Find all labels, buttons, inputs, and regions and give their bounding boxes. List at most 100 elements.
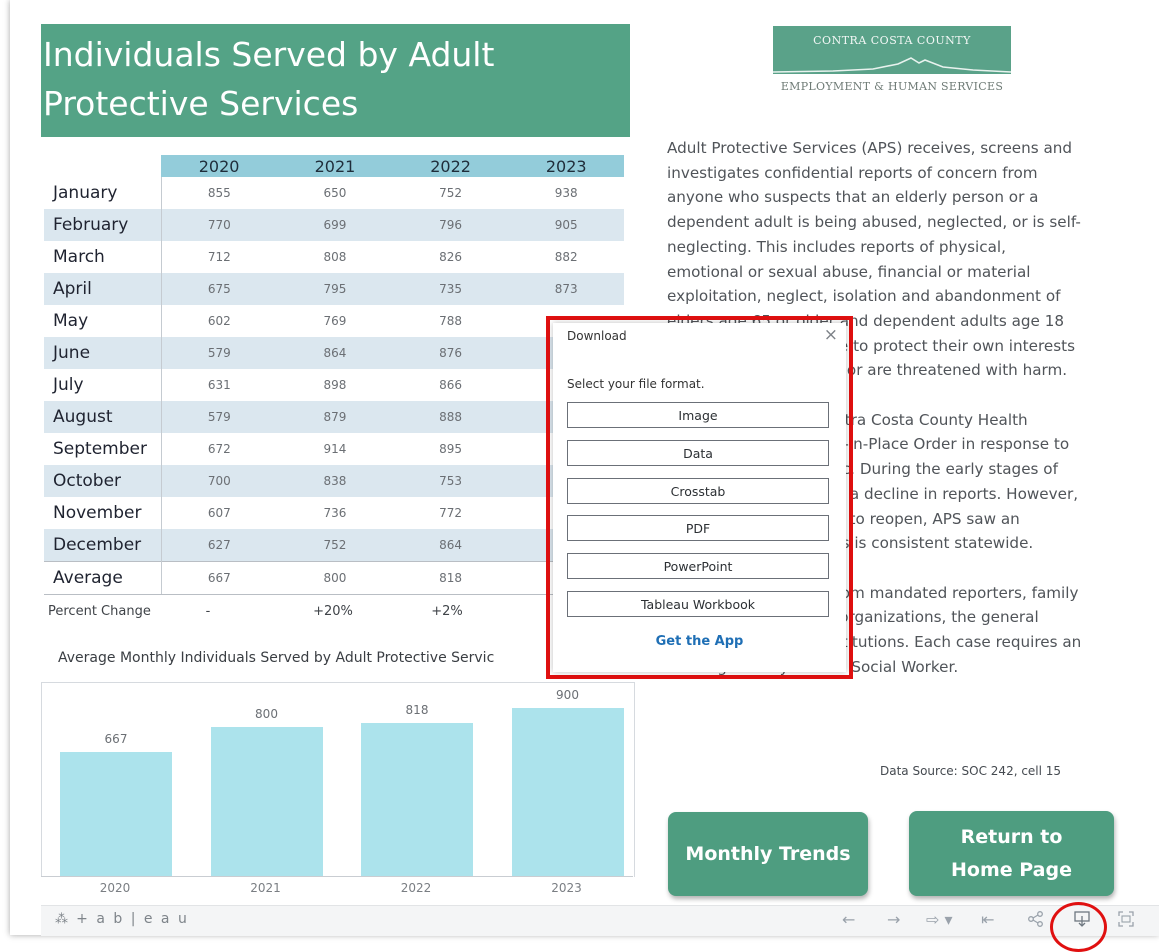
x-tick-label: 2023 [551,881,582,895]
percent-change-2020: - [205,604,211,619]
table-cell: 752 [277,529,393,562]
bar-value-label: 818 [405,703,429,718]
month-label: February [44,209,162,241]
x-tick-label: 2022 [400,881,432,895]
table-header-row: 2020 2021 2022 2023 [44,155,624,177]
table-cell: 788 [439,314,463,328]
return-home-label: Return to Home Page [951,825,1072,881]
table-cell: 675 [161,273,278,305]
download-dialog: Download × Select your file format. Imag… [553,323,846,672]
download-highlight-circle [1050,902,1107,952]
table-cell: 800 [277,561,393,595]
table-row: May 602 769 788 [44,305,624,337]
month-label: December [44,529,162,562]
table-cell: 607 [207,506,231,520]
table-cell: 808 [323,250,347,264]
table-cell: 667 [161,561,278,595]
format-crosstab-button[interactable]: Crosstab [567,478,829,504]
table-cell: 672 [207,442,231,456]
bar-2023[interactable] [511,707,624,877]
logo-line1: CONTRA COSTA COUNTY [813,34,971,47]
table-row: December 627 752 864 [44,529,624,562]
table-row: September 672 914 895 [44,433,624,465]
x-tick-label: 2020 [99,881,131,895]
month-label: July [44,369,162,401]
county-logo: CONTRA COSTA COUNTY [773,26,1011,74]
mountain-logo-icon [773,57,1011,73]
table-cell: 866 [439,378,463,392]
fullscreen-icon[interactable] [1117,910,1135,932]
month-label: May [44,305,162,337]
tableau-toolbar: ⁂ + a b | e a u ← → ⇨ ▾ ⇤ [41,905,1159,936]
close-icon[interactable]: × [824,325,838,345]
format-image-button[interactable]: Image [567,402,829,428]
format-data-button[interactable]: Data [567,440,829,466]
share-icon[interactable] [1027,910,1045,932]
table-cell: 864 [392,529,509,562]
get-the-app-link[interactable]: Get the App [553,634,846,649]
x-tick-label: 2021 [250,881,281,895]
month-label: March [44,241,162,273]
table-cell: 712 [207,250,231,264]
tableau-logo-mark-icon: ⁂ [55,912,77,927]
bar-2022[interactable] [361,723,473,877]
table-cell: 752 [439,186,463,200]
table-cell: 818 [392,561,509,595]
monthly-trends-button[interactable]: Monthly Trends [668,812,868,896]
table-cell: 888 [392,401,509,433]
month-label: November [44,497,162,529]
format-tableau-workbook-button[interactable]: Tableau Workbook [567,591,829,617]
data-source: Data Source: SOC 242, cell 15 [880,764,1062,778]
table-cell: 796 [392,209,509,241]
table-cell: 770 [161,209,278,241]
table-cell: 898 [323,378,347,392]
table-cell: 735 [392,273,509,305]
page-title: Individuals Served by Adult Protective S… [43,35,495,123]
year-header: 2020 [161,155,278,177]
table-cell: 772 [439,506,463,520]
table-cell: 855 [207,186,231,200]
month-label: October [44,465,162,497]
table-cell: 650 [323,186,347,200]
percent-change-row: Percent Change - +20% +2% - [48,604,624,622]
tableau-logo-text: + a b | e a u [76,911,189,927]
table-cell: 795 [277,273,393,305]
bar-value-label: 900 [556,687,579,702]
table-cell: 876 [392,337,509,369]
year-header: 2022 [392,155,509,177]
table-cell: 753 [392,465,509,497]
return-home-button[interactable]: Return to Home Page [909,811,1114,896]
revert-all-icon[interactable]: ⇤ [981,910,994,929]
bar-2020[interactable] [60,751,172,877]
table-cell: 914 [323,442,347,456]
table-row: March 712 808 826 882 [44,241,624,273]
table-cell: 699 [277,209,393,241]
percent-change-label: Percent Change [48,604,151,619]
table-row: November 607 736 772 [44,497,624,529]
table-row: Average 667 800 818 [44,561,624,595]
table-cell: 895 [439,442,463,456]
format-pdf-button[interactable]: PDF [567,515,829,541]
tableau-logo: ⁂ + a b | e a u [55,911,189,927]
revert-icon[interactable]: ⇨ ▾ [926,910,953,929]
undo-icon[interactable]: ← [842,910,855,929]
bar-chart[interactable]: 667 800 818 900 [41,682,635,877]
table-row: February 770 699 796 905 [44,209,624,241]
table-cell: 627 [161,529,278,562]
table-cell: 882 [554,250,578,264]
month-label: September [44,433,162,465]
redo-icon[interactable]: → [887,910,900,929]
month-label: April [44,273,162,305]
logo-line2: EMPLOYMENT & HUMAN SERVICES [780,80,1004,93]
table-cell: 736 [323,506,347,520]
table-cell: 838 [277,465,393,497]
table-cell: 579 [161,337,278,369]
table-corner [44,155,161,177]
bar-2021[interactable] [210,726,323,877]
month-label: August [44,401,162,433]
table-cell: 864 [277,337,393,369]
dialog-subtitle: Select your file format. [567,377,705,391]
format-powerpoint-button[interactable]: PowerPoint [567,553,829,579]
month-label: June [44,337,162,369]
title-banner: Individuals Served by Adult Protective S… [41,24,630,137]
